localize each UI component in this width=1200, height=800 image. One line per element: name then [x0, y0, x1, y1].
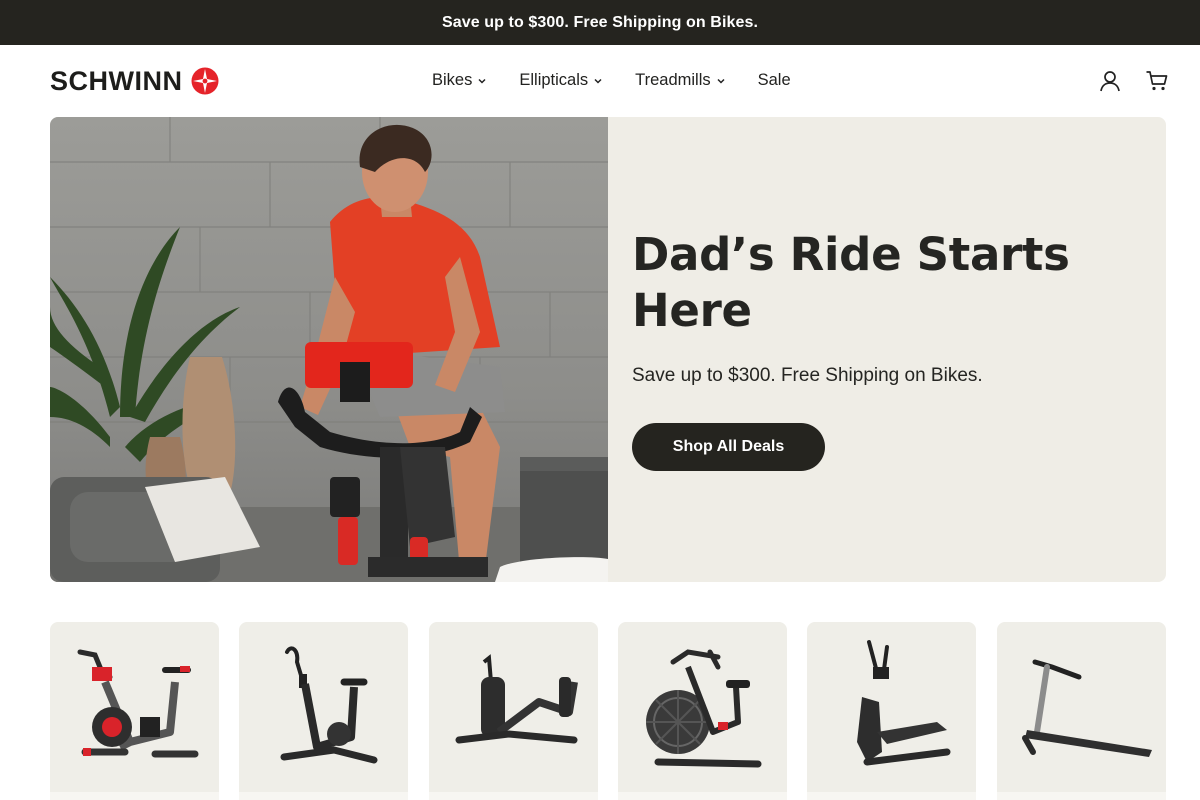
elliptical-icon — [857, 640, 951, 766]
tile-footer — [618, 792, 787, 800]
nav-label: Bikes — [432, 71, 473, 89]
promo-banner: Save up to $300. Free Shipping on Bikes. — [0, 0, 1200, 45]
hero-banner: Dad’s Ride Starts Here Save up to $300. … — [50, 117, 1166, 582]
logo-wordmark: SCHWINN — [50, 66, 183, 96]
nav-item-sale[interactable]: Sale — [758, 71, 791, 90]
product-tile[interactable] — [50, 622, 219, 800]
tile-footer — [239, 792, 408, 800]
nav-label: Ellipticals — [519, 71, 589, 89]
man-riding-indoor-bike-illustration — [50, 117, 608, 582]
product-tile[interactable] — [997, 622, 1166, 800]
chevron-down-icon — [717, 78, 725, 84]
product-tile[interactable] — [239, 622, 408, 800]
recumbent-bike-icon — [455, 654, 578, 744]
promo-text: Save up to $300. Free Shipping on Bikes. — [441, 13, 759, 31]
treadmill-icon — [1022, 659, 1152, 757]
product-tile[interactable] — [618, 622, 787, 800]
tile-footer — [807, 792, 976, 800]
product-tile[interactable] — [429, 622, 598, 800]
hero-photo — [50, 117, 608, 582]
site-header: SCHWINN Bikes Ellipticals Treadmills Sal… — [0, 45, 1200, 117]
nav-item-treadmills[interactable]: Treadmills — [635, 71, 725, 90]
cart-icon[interactable] — [1145, 69, 1169, 93]
hero-subtitle: Save up to $300. Free Shipping on Bikes. — [632, 365, 983, 386]
chevron-down-icon — [594, 78, 602, 84]
main-nav: Bikes Ellipticals Treadmills Sale — [432, 71, 823, 90]
user-icon[interactable] — [1098, 69, 1122, 93]
tile-footer — [997, 792, 1166, 800]
schwinn-star-icon — [191, 67, 218, 95]
nav-item-ellipticals[interactable]: Ellipticals — [519, 71, 603, 90]
tile-footer — [50, 792, 219, 800]
product-tile[interactable] — [807, 622, 976, 800]
nav-label: Treadmills — [635, 71, 711, 89]
indoor-cycling-bike-icon — [77, 649, 199, 758]
product-tiles — [50, 622, 1166, 800]
nav-label: Sale — [757, 71, 791, 89]
tile-footer — [429, 792, 598, 800]
chevron-down-icon — [478, 78, 486, 84]
nav-item-bikes[interactable]: Bikes — [432, 71, 487, 90]
hero-title: Dad’s Ride Starts Here — [632, 228, 1070, 337]
airdyne-bike-icon — [646, 649, 762, 768]
schwinn-logo[interactable]: SCHWINN — [50, 67, 219, 95]
upright-bike-icon — [280, 646, 378, 764]
shop-all-deals-button[interactable]: Shop All Deals — [632, 423, 825, 471]
hero-copy: Dad’s Ride Starts Here Save up to $300. … — [632, 227, 1112, 471]
